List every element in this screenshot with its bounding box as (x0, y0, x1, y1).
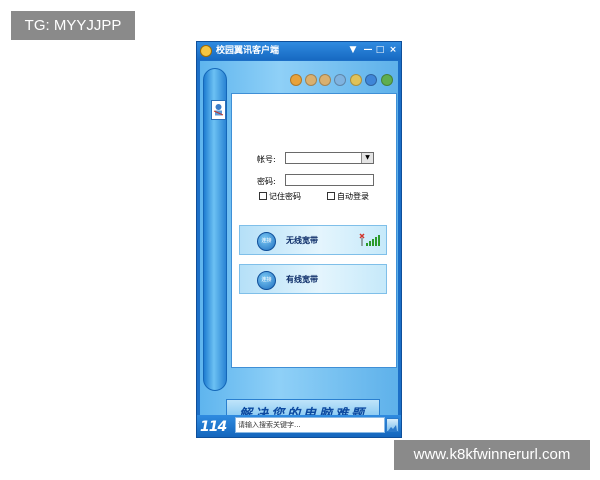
toolbar (290, 74, 394, 90)
remember-password-checkbox[interactable] (259, 192, 267, 200)
login-panel: 帐号: ▼ 密码: 记住密码 自动登录 连接 无线宽带 连接 有线宽带 (231, 93, 397, 368)
tool-icon-3[interactable] (319, 74, 331, 86)
password-field[interactable] (285, 174, 374, 186)
password-label: 密码: (257, 177, 276, 186)
close-button[interactable]: × (387, 44, 399, 57)
search-bar: 114 请输入搜索关键字... (197, 415, 401, 437)
app-icon (200, 45, 212, 57)
remember-password-label: 记住密码 (269, 192, 301, 201)
minimize-button[interactable]: — (362, 44, 374, 57)
search-icon (388, 425, 397, 431)
tool-icon-4[interactable] (334, 74, 346, 86)
tool-icon-5[interactable] (350, 74, 362, 86)
wired-label: 有线宽带 (286, 275, 318, 284)
client-window: 校园翼讯客户端 ▼ — □ × 帐号: ▼ 密码: 记住密码 自动登录 连接 无… (196, 41, 402, 438)
maximize-button[interactable]: □ (374, 44, 386, 57)
connect-badge: 连接 (257, 271, 276, 290)
search-button[interactable] (386, 418, 399, 432)
sidebar (203, 68, 227, 391)
window-title: 校园翼讯客户端 (216, 46, 280, 56)
wireless-broadband-button[interactable]: 连接 无线宽带 (239, 225, 387, 255)
signal-strength-icon (359, 233, 380, 246)
account-combobox[interactable]: ▼ (285, 152, 374, 164)
client-area: 帐号: ▼ 密码: 记住密码 自动登录 连接 无线宽带 连接 有线宽带 (200, 61, 398, 426)
wired-broadband-button[interactable]: 连接 有线宽带 (239, 264, 387, 294)
auto-login-checkbox[interactable] (327, 192, 335, 200)
wireless-label: 无线宽带 (286, 236, 318, 245)
tool-icon-2[interactable] (305, 74, 317, 86)
tool-icon-1[interactable] (290, 74, 302, 86)
logo-114: 114 (200, 419, 227, 435)
watermark-top-left: TG: MYYJJPP (11, 11, 135, 40)
search-input[interactable]: 请输入搜索关键字... (235, 417, 385, 433)
tool-icon-6[interactable] (365, 74, 377, 86)
tool-icon-7[interactable] (381, 74, 393, 86)
user-profile-icon[interactable] (211, 100, 226, 120)
auto-login-label: 自动登录 (337, 192, 369, 201)
chevron-down-icon[interactable]: ▼ (361, 153, 373, 163)
connect-badge: 连接 (257, 232, 276, 251)
watermark-bottom-right: www.k8kfwinnerurl.com (394, 440, 590, 470)
menu-dropdown-button[interactable]: ▼ (347, 44, 359, 57)
account-label: 帐号: (257, 155, 276, 164)
title-bar[interactable]: 校园翼讯客户端 ▼ — □ × (197, 42, 401, 60)
